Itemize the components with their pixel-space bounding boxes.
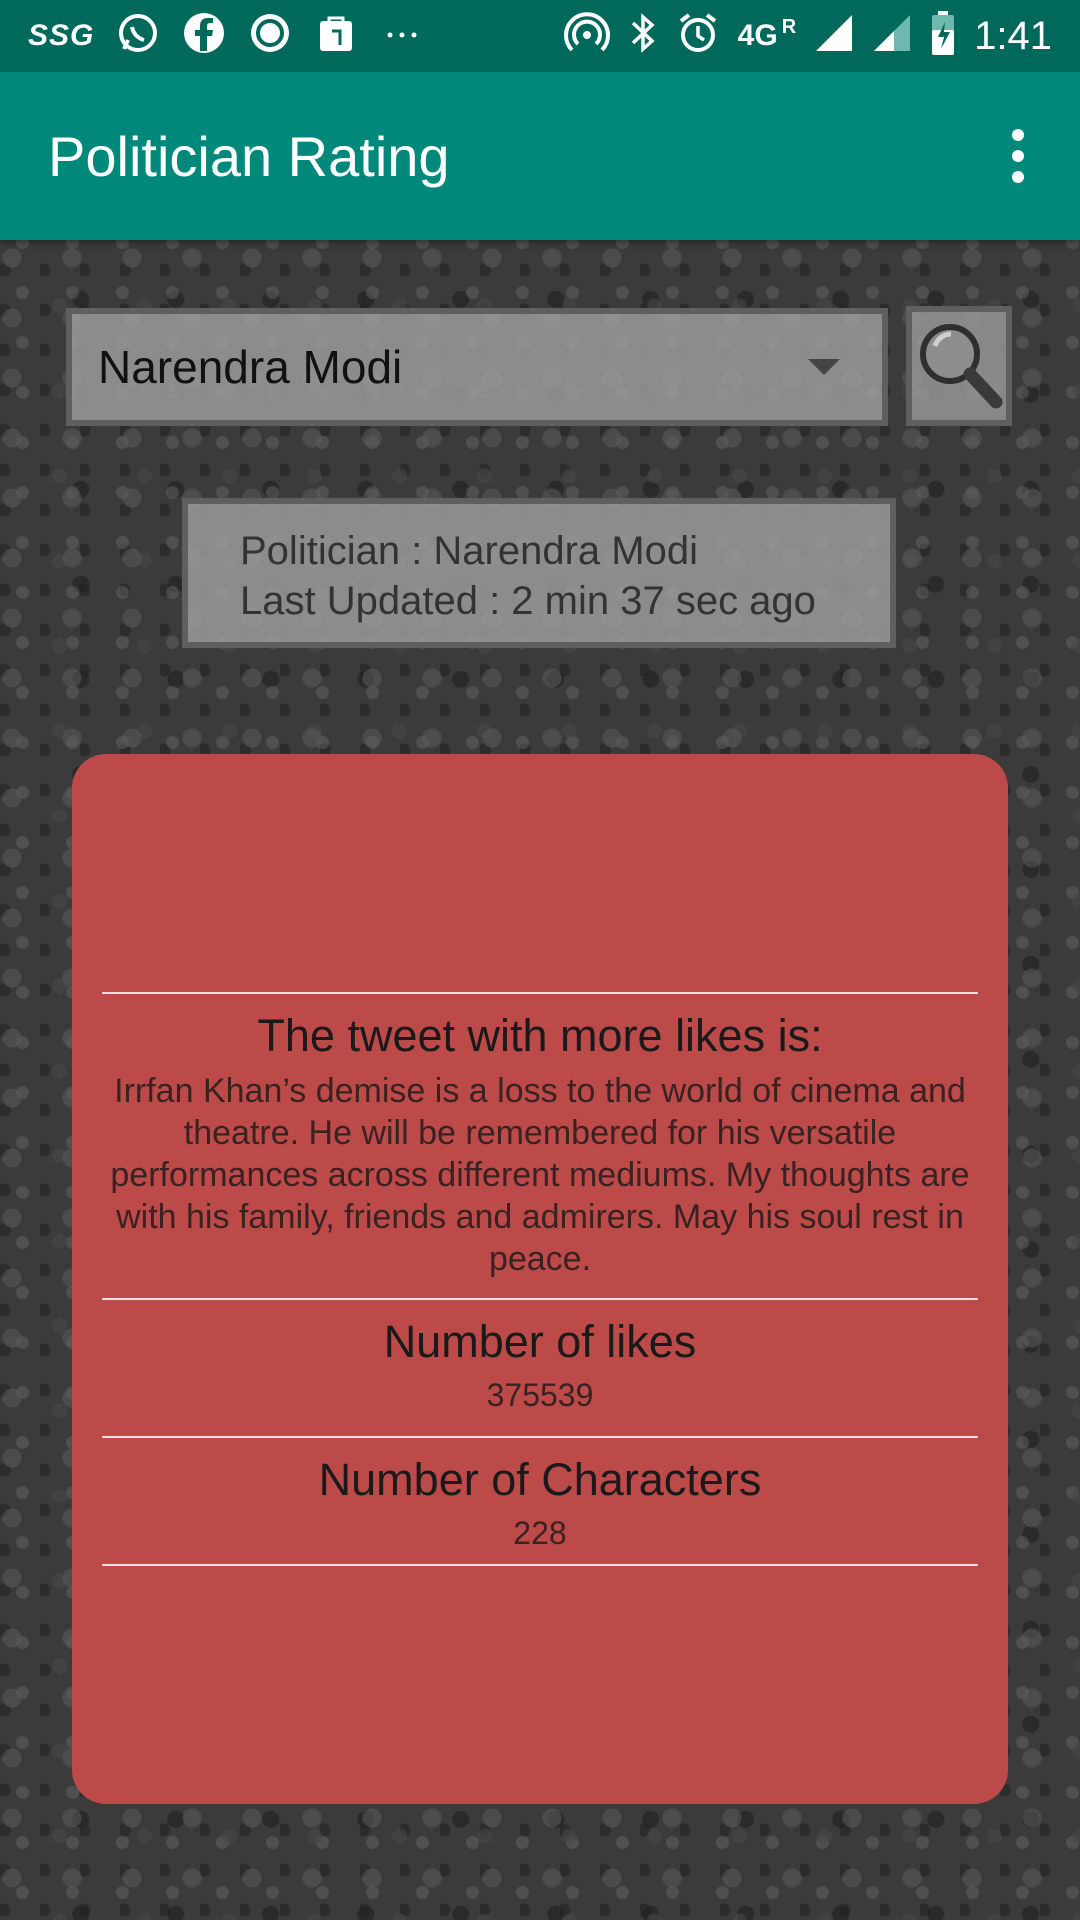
signal-icon (872, 13, 912, 59)
alarm-icon (676, 11, 720, 61)
search-button[interactable] (906, 306, 1012, 426)
politician-name-line: Politician : Narendra Modi (240, 529, 698, 573)
bluetooth-icon (628, 11, 658, 61)
divider (102, 992, 978, 994)
status-bar: SSG 4G R 1:41 (0, 0, 1080, 72)
carrier-label: SSG (28, 19, 95, 52)
search-icon (920, 324, 1003, 409)
characters-value: 228 (513, 1515, 567, 1551)
last-updated-line: Last Updated : 2 min 37 sec ago (240, 579, 816, 623)
hotspot-icon (563, 10, 610, 62)
ring-app-icon (248, 11, 292, 61)
roaming-label: R (781, 15, 797, 38)
divider (102, 1564, 978, 1566)
divider (102, 1298, 978, 1300)
battery-icon (930, 10, 956, 62)
more-notifications-icon (380, 11, 424, 61)
shopping-bag-icon (314, 11, 358, 61)
app-title: Politician Rating (48, 124, 450, 188)
whatsapp-icon (116, 11, 160, 61)
characters-heading: Number of Characters (318, 1454, 762, 1505)
facebook-icon (182, 11, 226, 61)
dropdown-caret-icon (808, 359, 840, 375)
tweet-heading: The tweet with more likes is: (257, 1010, 823, 1061)
likes-heading: Number of likes (383, 1316, 697, 1367)
tweet-text: Irrfan Khan’s demise is a loss to the wo… (110, 1072, 970, 1278)
politician-dropdown[interactable]: Narendra Modi (66, 308, 888, 426)
likes-value: 375539 (486, 1377, 594, 1413)
clock: 1:41 (974, 13, 1052, 58)
tweet-stats-card: The tweet with more likes is: Irrfan Kha… (72, 754, 1008, 1804)
signal-icon (814, 13, 854, 59)
divider (102, 1436, 978, 1438)
politician-dropdown-value: Narendra Modi (98, 341, 403, 393)
politician-info-box: Politician : Narendra Modi Last Updated … (182, 498, 896, 648)
app-bar: Politician Rating (0, 72, 1080, 240)
overflow-menu-icon[interactable] (998, 121, 1038, 191)
network-type: 4G (737, 19, 778, 52)
